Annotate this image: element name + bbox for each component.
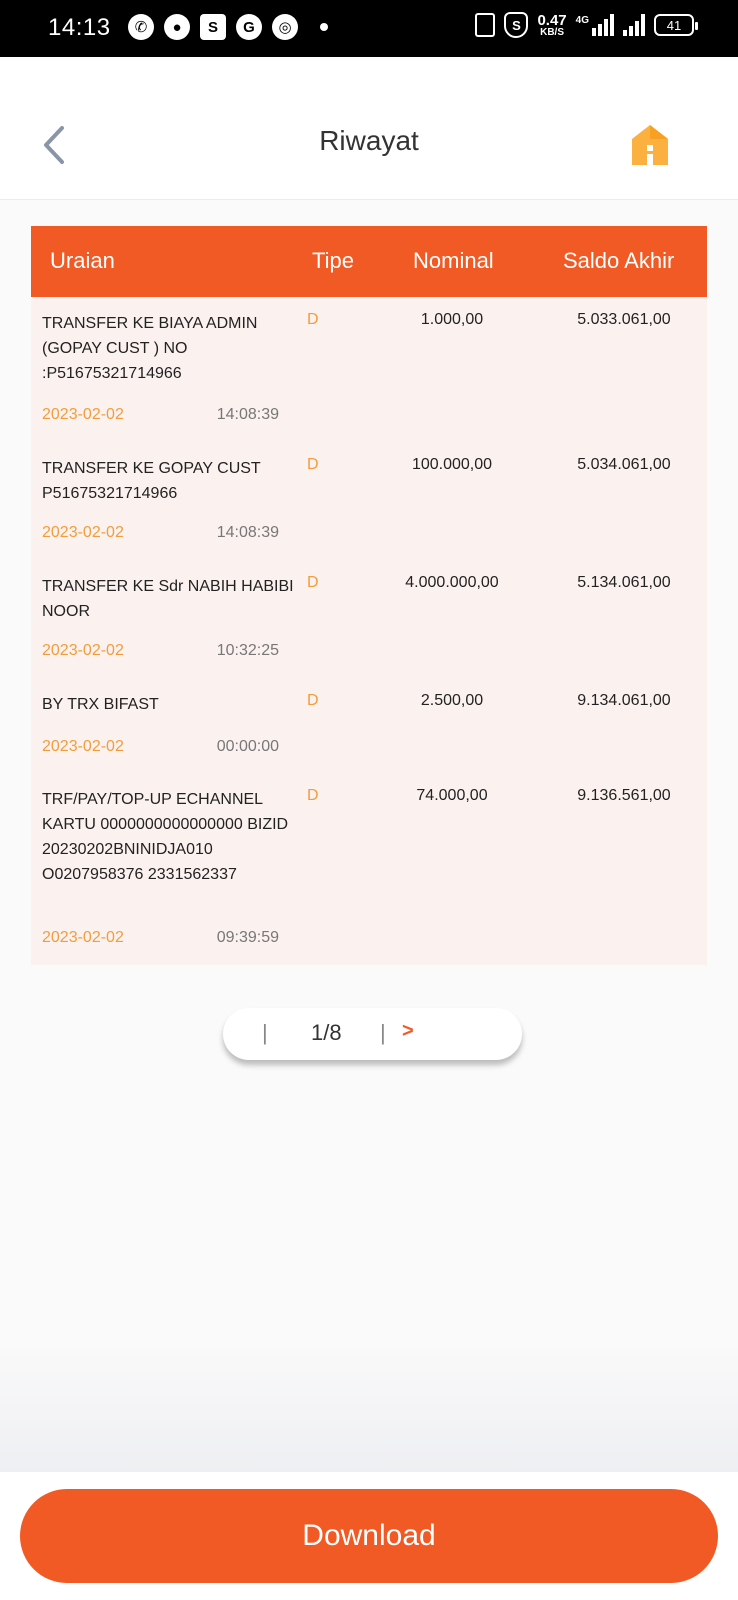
download-button[interactable]: Download [20,1489,718,1583]
history-table: Uraian Tipe Nominal Saldo Akhir TRANSFER… [31,226,707,965]
column-header-saldo-akhir: Saldo Akhir [563,248,675,273]
system-icons: S 0.47 KB/S 4G 41 [475,11,698,38]
row-time: 00:00:00 [216,738,279,755]
battery-icon: 41 [654,14,698,36]
row-type: D [307,311,319,328]
row-time: 09:39:59 [216,929,279,946]
row-date: 2023-02-02 [42,929,124,946]
table-row[interactable]: TRANSFER KE GOPAY CUST P51675321714966 D… [31,442,707,560]
pagination-separator: | [380,1020,386,1045]
row-amount: 2.500,00 [420,692,484,709]
table-row[interactable]: TRF/PAY/TOP-UP ECHANNEL KARTU 0000000000… [31,773,707,965]
network-type: 4G [575,14,589,26]
column-header-nominal: Nominal [413,248,494,273]
column-header-tipe: Tipe [312,248,354,273]
table-header: Uraian Tipe Nominal Saldo Akhir [31,226,707,297]
row-date: 2023-02-02 [42,642,124,659]
row-description: BY TRX BIFAST [42,696,159,713]
page-indicator: 1/8 [311,1020,342,1045]
network-speed: 0.47 KB/S [537,11,567,38]
shopping-bag-icon: S [200,14,226,40]
table-row[interactable]: BY TRX BIFAST D 2.500,00 9.134.061,00 20… [31,678,707,773]
row-date: 2023-02-02 [42,406,124,423]
row-balance: 9.134.061,00 [577,692,671,709]
pagination: | 1/8 | > [223,1008,522,1060]
vibrate-icon [475,13,496,37]
row-balance: 5.033.061,00 [577,311,671,328]
row-time: 14:08:39 [216,406,279,423]
row-description: TRANSFER KE Sdr NABIH HABIBI NOOR [42,578,294,620]
vpn-shield-icon: S [504,12,529,38]
notification-icons: ✆ ● S G ◎ [128,14,328,40]
row-description: TRANSFER KE BIAYA ADMIN (GOPAY CUST ) NO… [42,315,258,382]
row-date: 2023-02-02 [42,738,124,755]
app-header: Riwayat [0,57,738,200]
row-type: D [307,787,319,804]
home-button[interactable] [630,123,670,167]
row-amount: 74.000,00 [416,787,488,804]
row-date: 2023-02-02 [42,524,124,541]
bottom-fade [0,1340,738,1472]
whatsapp-icon: ✆ [128,14,154,40]
row-balance: 5.134.061,00 [577,574,671,591]
fingerprint-icon: ◎ [272,14,298,40]
row-type: D [307,574,319,591]
table-body: TRANSFER KE BIAYA ADMIN (GOPAY CUST ) NO… [31,297,707,965]
more-notifications-dot-icon [320,23,328,31]
row-balance: 5.034.061,00 [577,456,671,473]
row-description: TRANSFER KE GOPAY CUST P51675321714966 [42,460,261,502]
row-time: 10:32:25 [216,642,279,659]
g-icon: G [236,14,262,40]
row-type: D [307,456,319,473]
table-row[interactable]: TRANSFER KE BIAYA ADMIN (GOPAY CUST ) NO… [31,297,707,442]
row-type: D [307,692,319,709]
pagination-separator: | [262,1020,268,1045]
row-amount: 4.000.000,00 [405,574,499,591]
signal-2-icon [623,14,645,36]
home-icon [632,125,668,165]
status-time: 14:13 [48,14,111,41]
row-balance: 9.136.561,00 [577,787,671,804]
row-description: TRF/PAY/TOP-UP ECHANNEL KARTU 0000000000… [42,791,289,883]
row-amount: 100.000,00 [411,456,493,473]
page-title: Riwayat [319,125,419,156]
column-header-uraian: Uraian [50,248,115,273]
table-row[interactable]: TRANSFER KE Sdr NABIH HABIBI NOOR D 4.00… [31,560,707,678]
next-page-button[interactable]: > [396,1016,420,1047]
status-bar: 14:13 ✆ ● S G ◎ S 0.47 KB/S 4G 41 [0,0,738,57]
signal-icon [592,14,614,36]
chat-bubble-icon: ● [164,14,190,40]
row-time: 14:08:39 [216,524,279,541]
row-amount: 1.000,00 [420,311,484,328]
